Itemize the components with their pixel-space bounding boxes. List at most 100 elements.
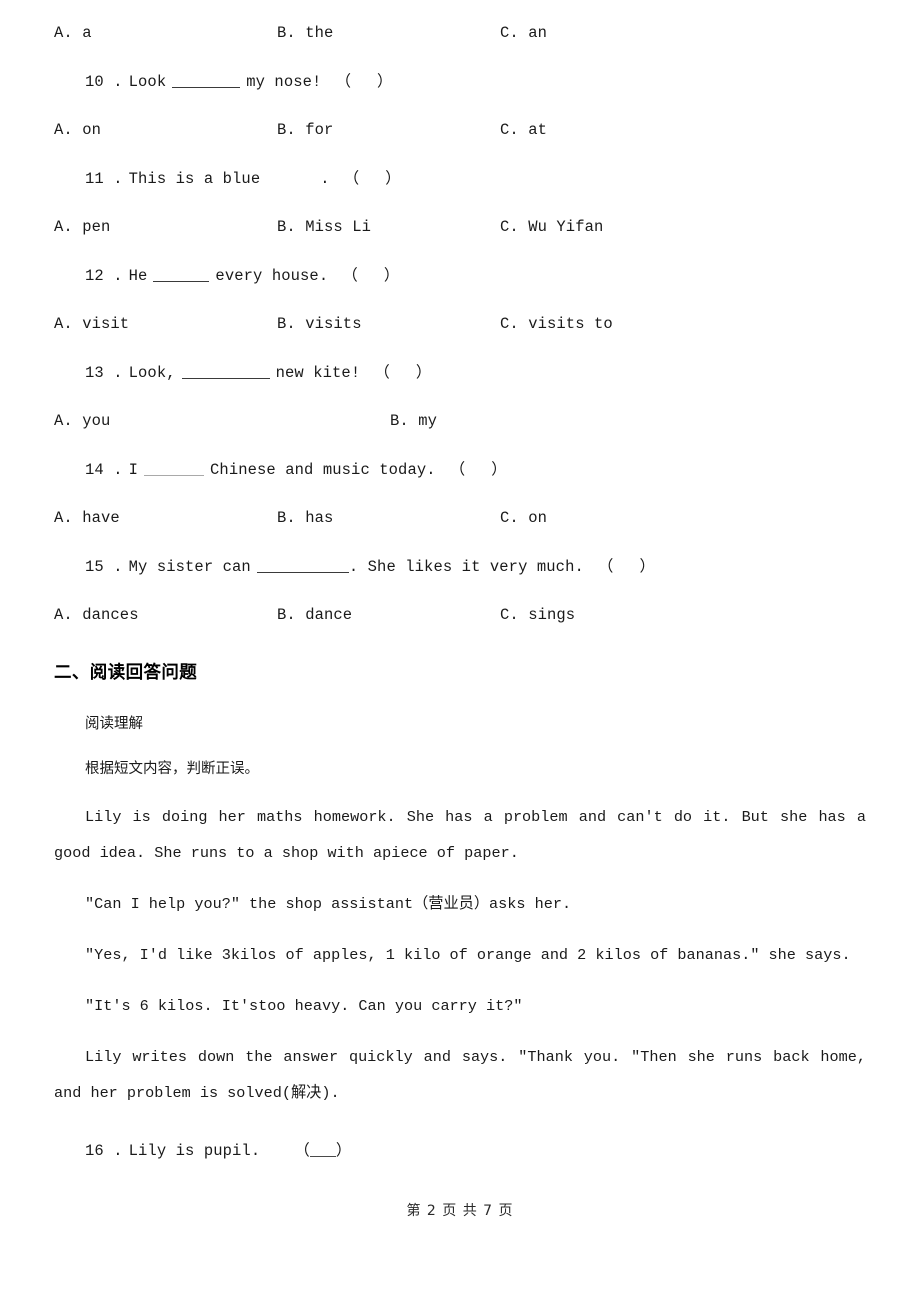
answer-blank[interactable] [256,572,349,573]
option-b[interactable]: B. dance [277,600,352,630]
option-b[interactable]: B. the [277,18,333,48]
option-a[interactable]: A. have [54,503,120,533]
answer-blank[interactable] [172,87,241,88]
passage-paragraph-3: "Yes, I'd like 3kilos of apples, 1 kilo … [54,937,866,973]
page-footer: 第 2 页 共 7 页 [406,1203,514,1219]
paren-open: （ [374,364,390,382]
passage-paragraph-4: "It's 6 kilos. It'stoo heavy. Can you ca… [54,988,866,1024]
section-subtitle: 阅读理解 [85,716,143,732]
option-row-15: A. dances B. dance C. sings [54,600,866,630]
question-11: 11 . This is a blue. （ ） [54,164,866,194]
option-b[interactable]: B. for [277,115,333,145]
question-text-after: my nose! [246,73,322,91]
section-instruction: 根据短文内容，判断正误。 [85,761,259,777]
option-b[interactable]: B. my [390,406,437,436]
passage-text: Lily is doing her maths homework. She ha… [54,808,866,862]
question-text-before: He [128,267,148,285]
option-a[interactable]: A. visit [54,309,129,339]
option-a[interactable]: A. a [54,18,92,48]
answer-blank[interactable] [144,475,205,476]
question-text-before: I [128,461,139,479]
option-c[interactable]: C. on [500,503,547,533]
question-number: 13 . [85,364,123,382]
paren-close: ） [639,558,656,576]
option-c[interactable]: C. sings [500,600,575,630]
question-text: Lily is pupil. [128,1142,261,1160]
paren-open: （ [449,461,466,479]
option-a[interactable]: A. you [54,406,110,436]
option-c[interactable]: C. at [500,115,547,145]
paren-close: ） [335,1142,352,1160]
option-a[interactable]: A. on [54,115,101,145]
paren-open: （ [343,170,360,188]
option-row-14: A. have B. has C. on [54,503,866,533]
passage-text: Lily writes down the answer quickly and … [54,1048,866,1102]
question-number: 10 . [85,73,123,91]
paren-close: ） [415,364,432,382]
section-heading-two: 二、阅读回答问题 [54,663,198,683]
passage-text: "Yes, I'd like 3kilos of apples, 1 kilo … [85,946,851,964]
option-a[interactable]: A. dances [54,600,139,630]
paren-open: （ [294,1142,310,1160]
option-row-10: A. on B. for C. at [54,115,866,145]
passage-text: "Can I help you?" the shop assistant（营业员… [85,895,572,913]
question-10: 10 . Look my nose! （ ） [54,67,866,97]
option-row-13: A. you B. my [54,406,866,436]
option-c[interactable]: C. visits to [500,309,613,339]
question-number: 14 . [85,461,123,479]
question-number: 11 . [85,170,123,188]
answer-blank[interactable] [153,281,210,282]
question-12: 12 . He every house. （ ） [54,261,866,291]
question-text-before: Look [128,73,167,91]
option-row-11: A. pen B. Miss Li C. Wu Yifan [54,212,866,242]
option-c[interactable]: C. Wu Yifan [500,212,603,242]
paren-close: ） [383,267,400,285]
paren-open: （ [335,73,352,91]
question-text-after: Chinese and music today. [210,461,436,479]
passage-paragraph-5: Lily writes down the answer quickly and … [54,1039,866,1111]
question-text-after: . She likes it very much. [348,558,584,576]
answer-blank[interactable] [309,1156,336,1157]
question-number: 15 . [85,558,123,576]
question-14: 14 . I Chinese and music today. （ ） [54,455,866,485]
paren-close: ） [377,73,393,91]
question-text-after: new kite! [275,364,361,382]
question-number: 16 . [85,1142,123,1160]
paren-open: （ [342,267,358,285]
question-16: 16 . Lily is pupil. （ ） [54,1136,866,1166]
top-spacer [54,0,866,18]
exam-page: A. a B. the C. an 10 . Look my nose! （ ） A. … [0,0,920,1302]
answer-blank[interactable] [181,378,270,379]
option-b[interactable]: B. visits [277,309,362,339]
question-text-after: every house. [215,267,329,285]
option-row-top: A. a B. the C. an [54,18,866,48]
paren-close: ） [385,170,401,188]
option-b[interactable]: B. has [277,503,333,533]
question-text-before: Look, [128,364,176,382]
option-b[interactable]: B. Miss Li [277,212,371,242]
paren-open: （ [597,558,614,576]
option-c[interactable]: C. an [500,18,547,48]
option-a[interactable]: A. pen [54,212,110,242]
question-15: 15 . My sister can . She likes it very muc… [54,552,866,582]
question-text-before: This is a blue [128,170,261,188]
option-row-12: A. visit B. visits C. visits to [54,309,866,339]
question-text-after: . [320,170,330,188]
